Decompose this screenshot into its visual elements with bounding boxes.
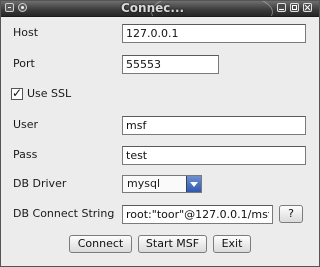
checkmark-icon: ✓ <box>12 86 23 100</box>
db-driver-value: mysql <box>127 177 160 190</box>
window-menu-icon[interactable] <box>5 3 14 12</box>
db-driver-label: DB Driver <box>13 177 67 190</box>
pass-label: Pass <box>13 148 38 161</box>
host-field[interactable] <box>122 24 306 43</box>
exit-button[interactable]: Exit <box>213 235 251 253</box>
connect-button[interactable]: Connect <box>69 235 132 253</box>
title-bar[interactable]: Connec... <box>1 1 319 17</box>
start-msf-button[interactable]: Start MSF <box>138 235 207 253</box>
port-field[interactable] <box>122 55 219 74</box>
use-ssl-label: Use SSL <box>27 87 72 100</box>
window-title: Connec... <box>121 1 185 15</box>
db-driver-select[interactable]: mysql <box>122 175 202 193</box>
help-button[interactable]: ? <box>279 205 303 223</box>
user-field[interactable] <box>122 116 306 135</box>
close-icon[interactable] <box>303 3 312 12</box>
db-connect-string-field[interactable] <box>122 205 273 224</box>
host-label: Host <box>13 26 39 39</box>
port-label: Port <box>13 57 35 70</box>
user-label: User <box>13 118 39 131</box>
maximize-icon[interactable] <box>290 3 299 12</box>
db-connect-string-label: DB Connect String <box>13 207 115 220</box>
chevron-down-icon[interactable] <box>186 176 201 192</box>
minimize-icon[interactable] <box>277 3 286 12</box>
pin-icon[interactable] <box>18 3 27 12</box>
pass-field[interactable] <box>122 146 306 165</box>
connect-dialog: Connec... Host Port ✓ Use SSL User Pass … <box>0 0 320 267</box>
use-ssl-checkbox[interactable]: ✓ <box>11 86 23 100</box>
